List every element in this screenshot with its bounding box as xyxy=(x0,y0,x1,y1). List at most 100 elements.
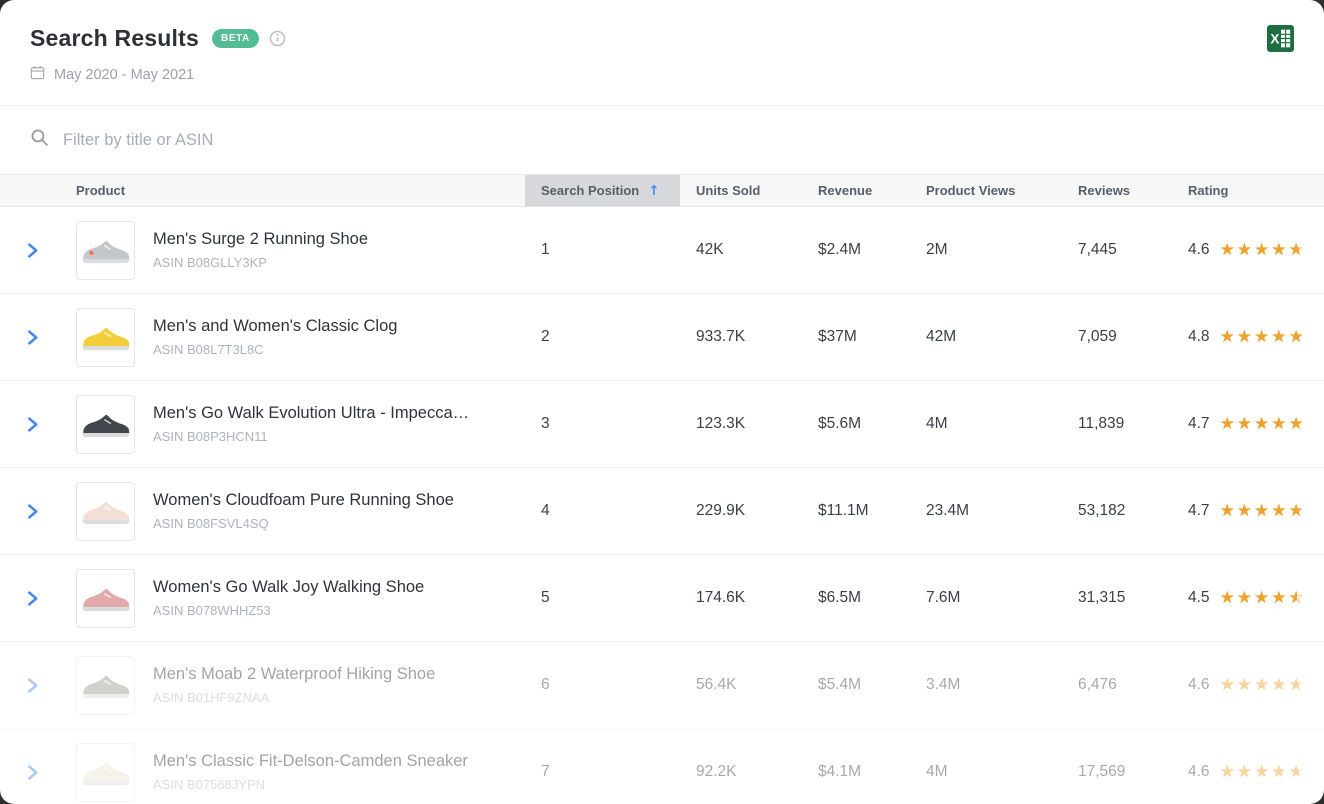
product-views-value: 23.4M xyxy=(910,502,1062,520)
table-row: Men's Classic Fit-Delson-Camden Sneaker … xyxy=(0,729,1324,804)
product-views-value: 3.4M xyxy=(910,676,1062,694)
expand-chevron-icon[interactable] xyxy=(26,764,39,781)
table-row: Men's Go Walk Evolution Ultra - Impecca…… xyxy=(0,381,1324,468)
filter-input[interactable] xyxy=(61,130,1294,151)
revenue-value: $4.1M xyxy=(802,763,910,781)
product-title: Men's Classic Fit-Delson-Camden Sneaker xyxy=(153,752,468,771)
table-body: Men's Surge 2 Running Shoe ASIN B08GLLY3… xyxy=(0,207,1324,804)
revenue-value: $5.6M xyxy=(802,415,910,433)
rating-value: 4.6 xyxy=(1188,676,1210,694)
reviews-value: 17,569 xyxy=(1062,763,1172,781)
product-image xyxy=(76,308,135,367)
product-title: Men's and Women's Classic Clog xyxy=(153,317,397,336)
star-rating-icon: ☆☆☆☆☆ ★★★★★ xyxy=(1220,503,1306,520)
excel-export-button[interactable]: X xyxy=(1267,25,1294,52)
header-product[interactable]: Product xyxy=(65,175,525,206)
search-position-value: 1 xyxy=(525,241,680,259)
beta-badge: BETA xyxy=(212,29,259,48)
rating-value: 4.8 xyxy=(1188,328,1210,346)
header-search-position-label: Search Position xyxy=(541,183,639,198)
sort-asc-icon: ↑ xyxy=(648,183,659,199)
expand-chevron-icon[interactable] xyxy=(26,590,39,607)
header-units-sold[interactable]: Units Sold xyxy=(680,175,802,206)
search-results-page: Search Results BETA X xyxy=(0,0,1324,804)
revenue-value: $2.4M xyxy=(802,241,910,259)
units-sold-value: 123.3K xyxy=(680,415,802,433)
table-row: Men's and Women's Classic Clog ASIN B08L… xyxy=(0,294,1324,381)
product-image xyxy=(76,482,135,541)
units-sold-value: 229.9K xyxy=(680,502,802,520)
header-rating[interactable]: Rating xyxy=(1172,175,1324,206)
revenue-value: $5.4M xyxy=(802,676,910,694)
rating-value: 4.7 xyxy=(1188,502,1210,520)
date-range: May 2020 - May 2021 xyxy=(54,67,194,83)
product-asin: ASIN B08FSVL4SQ xyxy=(153,516,454,531)
star-rating-icon: ☆☆☆☆☆ ★★★★★ xyxy=(1220,416,1306,433)
header-revenue[interactable]: Revenue xyxy=(802,175,910,206)
star-rating-icon: ☆☆☆☆☆ ★★★★★ xyxy=(1220,329,1306,346)
product-image xyxy=(76,395,135,454)
star-rating-icon: ☆☆☆☆☆ ★★★★★ xyxy=(1220,590,1306,607)
product-asin: ASIN B01HF9ZNAA xyxy=(153,690,435,705)
product-title: Women's Go Walk Joy Walking Shoe xyxy=(153,578,424,597)
reviews-value: 53,182 xyxy=(1062,502,1172,520)
product-views-value: 7.6M xyxy=(910,589,1062,607)
search-icon xyxy=(30,128,49,152)
reviews-value: 31,315 xyxy=(1062,589,1172,607)
header-search-position[interactable]: Search Position ↑ xyxy=(525,175,680,206)
revenue-value: $37M xyxy=(802,328,910,346)
product-image xyxy=(76,221,135,280)
calendar-icon xyxy=(30,65,45,84)
star-rating-icon: ☆☆☆☆☆ ★★★★★ xyxy=(1220,764,1306,781)
product-asin: ASIN B08GLLY3KP xyxy=(153,255,368,270)
reviews-value: 7,059 xyxy=(1062,328,1172,346)
product-image xyxy=(76,569,135,628)
expand-chevron-icon[interactable] xyxy=(26,503,39,520)
info-icon[interactable] xyxy=(269,30,286,47)
header-expand-spacer xyxy=(0,175,65,206)
product-asin: ASIN B07568JYPN xyxy=(153,777,468,792)
rating-value: 4.6 xyxy=(1188,763,1210,781)
expand-chevron-icon[interactable] xyxy=(26,416,39,433)
rating-value: 4.5 xyxy=(1188,589,1210,607)
search-position-value: 5 xyxy=(525,589,680,607)
expand-chevron-icon[interactable] xyxy=(26,242,39,259)
product-image xyxy=(76,743,135,802)
units-sold-value: 56.4K xyxy=(680,676,802,694)
rating-value: 4.7 xyxy=(1188,415,1210,433)
search-position-value: 4 xyxy=(525,502,680,520)
star-rating-icon: ☆☆☆☆☆ ★★★★★ xyxy=(1220,677,1306,694)
units-sold-value: 42K xyxy=(680,241,802,259)
search-position-value: 2 xyxy=(525,328,680,346)
product-title: Men's Moab 2 Waterproof Hiking Shoe xyxy=(153,665,435,684)
star-rating-icon: ☆☆☆☆☆ ★★★★★ xyxy=(1220,242,1306,259)
table-row: Men's Moab 2 Waterproof Hiking Shoe ASIN… xyxy=(0,642,1324,729)
search-position-value: 3 xyxy=(525,415,680,433)
search-position-value: 7 xyxy=(525,763,680,781)
product-asin: ASIN B078WHHZ53 xyxy=(153,603,424,618)
svg-text:X: X xyxy=(1270,32,1279,47)
header-reviews[interactable]: Reviews xyxy=(1062,175,1172,206)
search-position-value: 6 xyxy=(525,676,680,694)
product-views-value: 2M xyxy=(910,241,1062,259)
expand-chevron-icon[interactable] xyxy=(26,329,39,346)
table-header-row: Product Search Position ↑ Units Sold Rev… xyxy=(0,174,1324,207)
page-header: Search Results BETA X xyxy=(0,0,1324,105)
product-views-value: 4M xyxy=(910,763,1062,781)
rating-value: 4.6 xyxy=(1188,241,1210,259)
page-title: Search Results xyxy=(30,25,199,52)
product-title: Women's Cloudfoam Pure Running Shoe xyxy=(153,491,454,510)
revenue-value: $6.5M xyxy=(802,589,910,607)
units-sold-value: 933.7K xyxy=(680,328,802,346)
product-title: Men's Go Walk Evolution Ultra - Impecca… xyxy=(153,404,469,423)
product-asin: ASIN B08L7T3L8C xyxy=(153,342,397,357)
table-row: Men's Surge 2 Running Shoe ASIN B08GLLY3… xyxy=(0,207,1324,294)
reviews-value: 6,476 xyxy=(1062,676,1172,694)
product-asin: ASIN B08P3HCN11 xyxy=(153,429,469,444)
product-image xyxy=(76,656,135,715)
expand-chevron-icon[interactable] xyxy=(26,677,39,694)
units-sold-value: 174.6K xyxy=(680,589,802,607)
product-title: Men's Surge 2 Running Shoe xyxy=(153,230,368,249)
filter-bar xyxy=(0,105,1324,174)
header-product-views[interactable]: Product Views xyxy=(910,175,1062,206)
